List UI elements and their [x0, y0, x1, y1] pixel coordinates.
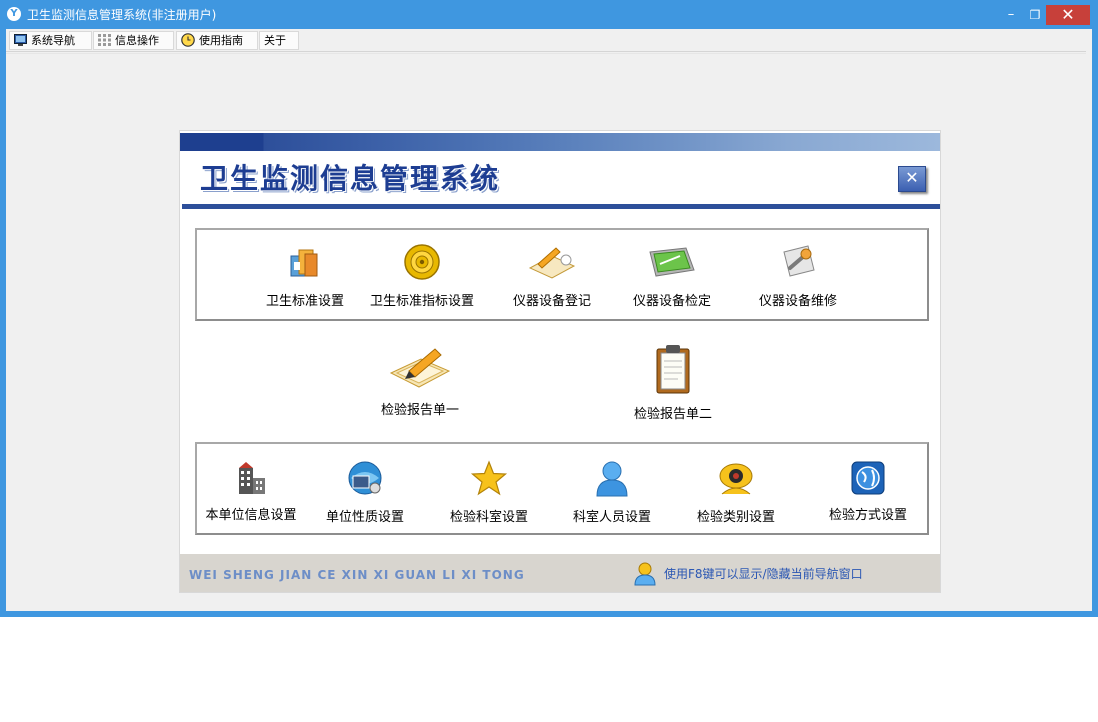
app-icon: Y — [7, 7, 21, 21]
button-label: 卫生标准设置 — [265, 294, 344, 309]
dept-staff-settings-button[interactable]: 科室人员设置 — [562, 460, 662, 525]
unit-info-settings-button[interactable]: 本单位信息设置 — [199, 460, 303, 523]
menu-label: 信息操作 — [115, 34, 159, 47]
grid-icon — [98, 34, 111, 46]
eye-icon — [719, 463, 753, 495]
menu-info-ops[interactable]: 信息操作 — [93, 31, 174, 50]
button-label: 科室人员设置 — [572, 510, 651, 525]
unit-nature-settings-button[interactable]: 单位性质设置 — [315, 460, 415, 525]
target-icon — [404, 244, 440, 280]
nav-footer: WEI SHENG JIAN CE XIN XI GUAN LI XI TONG… — [180, 554, 940, 592]
system-logo: 卫生监测信息管理系统 — [200, 162, 501, 195]
button-label: 本单位信息设置 — [205, 508, 297, 523]
button-label: 检验报告单二 — [633, 407, 712, 422]
inspection-dept-settings-button[interactable]: 检验科室设置 — [439, 460, 539, 525]
star-icon — [470, 460, 508, 496]
globe-network-icon — [348, 461, 382, 495]
nav-close-button[interactable]: ✕ — [898, 166, 926, 192]
user-icon — [596, 461, 628, 497]
equipment-group: 卫生标准设置 卫生标准指标设置 仪器设备登记 仪器设备检定 仪器设备维修 — [195, 228, 929, 321]
pencil-notebook-icon — [528, 247, 576, 279]
button-label: 检验报告单一 — [380, 403, 459, 418]
inspection-method-settings-button[interactable]: 检验方式设置 — [818, 460, 918, 523]
button-label: 单位性质设置 — [325, 510, 404, 525]
menu-bar: 系统导航 信息操作 使用指南 关于 — [6, 29, 1092, 51]
menu-label: 关于 — [264, 34, 286, 47]
minimize-button[interactable]: – — [998, 5, 1024, 25]
menu-system-nav[interactable]: 系统导航 — [9, 31, 92, 50]
monitor-icon — [14, 34, 27, 46]
button-label: 仪器设备维修 — [758, 294, 837, 309]
close-button[interactable]: ✕ — [1046, 5, 1090, 25]
button-label: 仪器设备登记 — [512, 294, 591, 309]
equipment-repair-button[interactable]: 仪器设备维修 — [748, 242, 848, 309]
equipment-calibration-button[interactable]: 仪器设备检定 — [622, 242, 722, 309]
screen-icon — [649, 247, 695, 277]
button-label: 检验类别设置 — [696, 510, 775, 525]
pinyin-caption: WEI SHENG JIAN CE XIN XI GUAN LI XI TONG — [189, 568, 525, 582]
menu-label: 使用指南 — [199, 34, 243, 47]
building-icon — [239, 462, 265, 494]
button-label: 检验方式设置 — [828, 508, 907, 523]
f8-hint: 使用F8键可以显示/隐藏当前导航窗口 — [634, 562, 863, 586]
header-divider — [182, 204, 940, 209]
folder-files-icon — [290, 249, 318, 277]
header-stripe — [180, 133, 940, 151]
person-hint-icon — [634, 562, 656, 586]
title-bar[interactable]: Y 卫生监测信息管理系统(非注册用户) – ❐ ✕ — [0, 0, 1098, 29]
inspection-report-two-button[interactable]: 检验报告单二 — [623, 343, 723, 422]
clock-icon — [181, 33, 195, 47]
equipment-registration-button[interactable]: 仪器设备登记 — [502, 242, 602, 309]
writing-pad-icon — [389, 348, 451, 388]
button-label: 检验科室设置 — [449, 510, 528, 525]
button-label: 仪器设备检定 — [632, 294, 711, 309]
navigation-panel: 卫生监测信息管理系统 ✕ 卫生标准设置 卫生标准指标设置 仪器设备登记 仪器设备… — [179, 130, 941, 593]
menu-divider — [6, 51, 1086, 52]
inspection-category-settings-button[interactable]: 检验类别设置 — [686, 460, 786, 525]
window-title: 卫生监测信息管理系统(非注册用户) — [27, 8, 217, 22]
organization-group: 本单位信息设置 单位性质设置 检验科室设置 科室人员设置 检验类别设置 检验方式 — [195, 442, 929, 535]
button-label: 卫生标准指标设置 — [369, 294, 474, 309]
clipboard-icon — [656, 345, 690, 394]
menu-user-guide[interactable]: 使用指南 — [176, 31, 258, 50]
menu-divider-light — [6, 53, 1086, 54]
standard-index-settings-button[interactable]: 卫生标准指标设置 — [362, 242, 482, 309]
standard-settings-button[interactable]: 卫生标准设置 — [255, 242, 355, 309]
f8-hint-text: 使用F8键可以显示/隐藏当前导航窗口 — [664, 567, 863, 581]
wrench-icon — [783, 245, 815, 277]
world-icon — [851, 461, 885, 495]
inspection-report-one-button[interactable]: 检验报告单一 — [370, 343, 470, 418]
maximize-button[interactable]: ❐ — [1022, 5, 1048, 25]
menu-about[interactable]: 关于 — [259, 31, 299, 50]
menu-label: 系统导航 — [31, 34, 75, 47]
